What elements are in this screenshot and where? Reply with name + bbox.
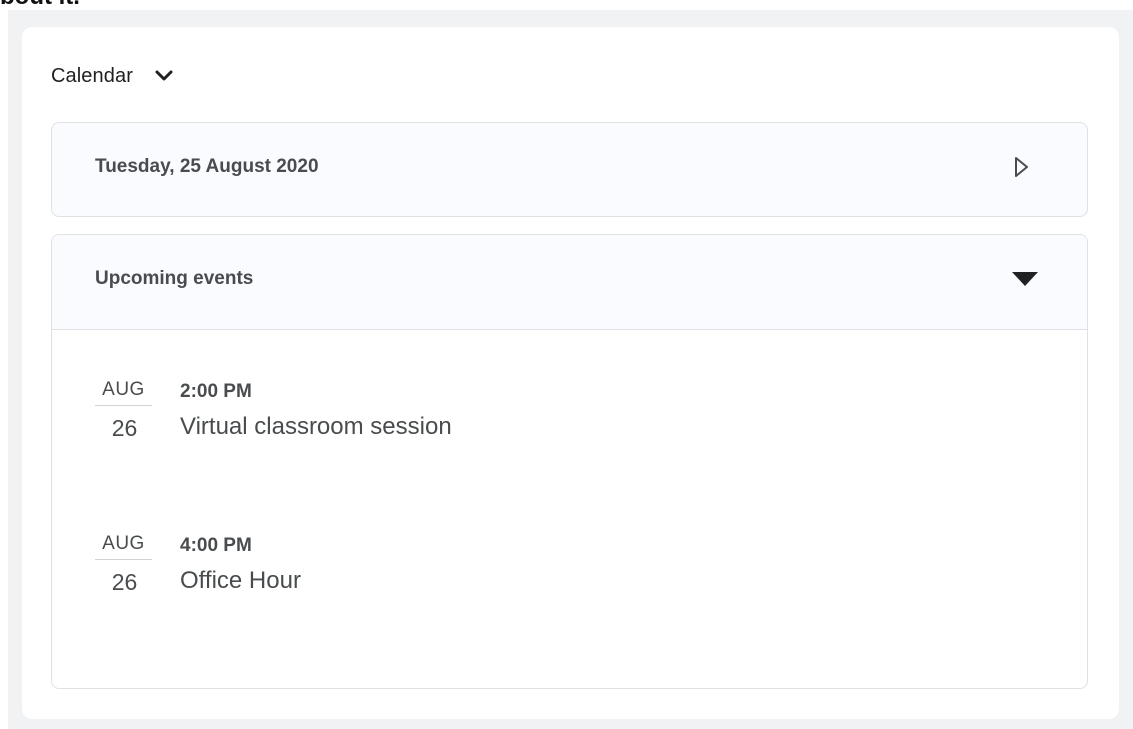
widget-menu-button[interactable] — [153, 65, 175, 87]
event-day: 26 — [111, 415, 138, 441]
expand-date-button[interactable] — [1009, 152, 1035, 182]
widget-title: Calendar — [51, 64, 133, 87]
event-title-link[interactable]: Virtual classroom session — [180, 407, 452, 447]
event-month: AUG — [95, 375, 152, 406]
upcoming-events-panel: Upcoming events AUG 26 2:00 PM Virtual c… — [51, 234, 1088, 689]
selected-date-panel[interactable]: Tuesday, 25 August 2020 — [51, 122, 1088, 217]
event-list-item: AUG 26 4:00 PM Office Hour — [95, 529, 995, 619]
play-outline-icon — [1015, 157, 1028, 177]
event-title-link[interactable]: Office Hour — [180, 561, 301, 601]
event-time: 2:00 PM — [180, 381, 252, 402]
calendar-widget: Calendar Tuesday, 25 August 2020 Upcomin… — [22, 27, 1119, 719]
event-day: 26 — [111, 569, 138, 595]
event-date: AUG 26 — [95, 375, 152, 448]
event-info: 2:00 PM Virtual classroom session — [180, 375, 452, 447]
event-list-item: AUG 26 2:00 PM Virtual classroom session — [95, 375, 995, 465]
upcoming-events-title: Upcoming events — [95, 268, 254, 289]
event-date: AUG 26 — [95, 529, 152, 602]
widget-header: Calendar — [51, 63, 175, 89]
event-month: AUG — [95, 529, 152, 560]
chevron-down-icon — [155, 70, 173, 81]
collapse-events-button[interactable] — [1009, 268, 1041, 290]
caret-down-icon — [1012, 272, 1038, 286]
selected-date-label: Tuesday, 25 August 2020 — [95, 156, 319, 177]
upcoming-events-header[interactable]: Upcoming events — [52, 235, 1087, 330]
event-info: 4:00 PM Office Hour — [180, 529, 301, 601]
event-time: 4:00 PM — [180, 535, 252, 556]
